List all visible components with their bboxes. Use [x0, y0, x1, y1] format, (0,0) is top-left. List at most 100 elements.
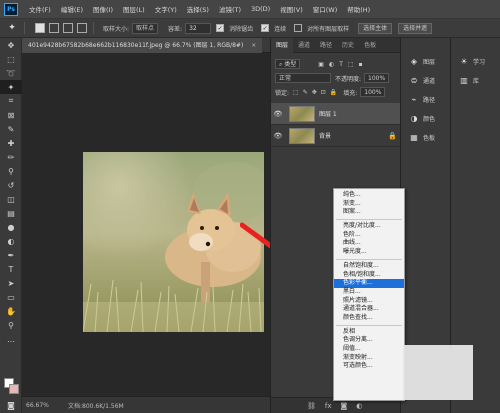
menu-separator — [336, 219, 402, 221]
menu-select[interactable]: 选择(S) — [182, 4, 214, 14]
link-icon[interactable]: ⛓ — [307, 402, 316, 410]
menu-item[interactable]: 色相/饱和度... — [334, 271, 404, 280]
pen-tool-icon[interactable]: ✒ — [0, 248, 22, 262]
fox-photo — [83, 152, 264, 332]
zoom-level[interactable]: 66.67% — [22, 402, 62, 409]
tab-layers[interactable]: 图层 — [271, 37, 294, 53]
tolerance-input[interactable]: 32 — [185, 22, 212, 34]
lasso-tool-icon[interactable]: ➰ — [0, 66, 22, 80]
menu-type[interactable]: 文字(Y) — [150, 4, 182, 14]
menu-3d[interactable]: 3D(D) — [246, 5, 275, 13]
tab-paths[interactable]: 路径 — [315, 38, 337, 53]
magic-wand-icon[interactable]: ✦ — [6, 22, 18, 34]
dock-item-color[interactable]: ◑ 颜色 — [401, 109, 450, 128]
hand-tool-icon[interactable]: ✋ — [0, 304, 22, 318]
add-selection-mode-button[interactable] — [49, 23, 59, 33]
quick-mask-icon[interactable]: ◙ — [0, 398, 22, 412]
gradient-tool-icon[interactable]: ▤ — [0, 206, 22, 220]
eye-icon[interactable]: 👁 — [271, 110, 285, 118]
intersect-selection-mode-button[interactable] — [77, 23, 87, 33]
menu-item[interactable]: 纯色... — [334, 191, 404, 200]
menu-item[interactable]: 色调分离... — [334, 336, 404, 345]
fx-icon[interactable]: fx — [325, 402, 332, 410]
menu-window[interactable]: 窗口(W) — [308, 4, 343, 14]
menu-view[interactable]: 视图(V) — [275, 4, 308, 14]
document-tab[interactable]: 401e9428b67582b68e662b116830e11f.jpeg @ … — [22, 37, 263, 53]
move-tool-icon[interactable]: ✥ — [0, 38, 22, 52]
rectangle-tool-icon[interactable]: ▭ — [0, 290, 22, 304]
channels-icon: ⊜ — [410, 76, 418, 85]
dock-item-libraries[interactable]: ▥ 库 — [451, 71, 500, 90]
dock-item-channels[interactable]: ⊜ 通道 — [401, 71, 450, 90]
dock-item-layers[interactable]: ◈ 图层 — [401, 52, 450, 71]
blend-mode-select[interactable]: 正常 — [275, 73, 331, 83]
dodge-tool-icon[interactable]: ◐ — [0, 234, 22, 248]
color-icon: ◑ — [410, 114, 418, 123]
menu-item[interactable]: 颜色查找... — [334, 314, 404, 323]
eyedropper-tool-icon[interactable]: ✎ — [0, 122, 22, 136]
menu-edit[interactable]: 编辑(E) — [56, 4, 88, 14]
adjustment-icon[interactable]: ◐ — [356, 402, 362, 410]
all-layers-checkbox[interactable] — [294, 24, 303, 32]
menu-item[interactable]: 黑白... — [334, 288, 404, 297]
select-and-mask-button[interactable]: 选择并遮 — [398, 22, 433, 34]
layer-filter-select[interactable]: ⌕ 类型 — [275, 59, 301, 69]
background-color-swatch[interactable] — [9, 384, 19, 394]
tab-history[interactable]: 历史 — [337, 38, 359, 53]
filter-icons[interactable]: ▣◐T⬚▪ — [318, 61, 367, 68]
dock-item-paths[interactable]: ⌁ 路径 — [401, 90, 450, 109]
menu-item[interactable]: 照片滤镜... — [334, 297, 404, 306]
eye-icon[interactable]: 👁 — [271, 132, 285, 140]
dock-item-label: 路径 — [423, 97, 436, 104]
close-icon[interactable]: × — [251, 42, 256, 49]
frame-tool-icon[interactable]: ⊠ — [0, 108, 22, 122]
blur-tool-icon[interactable]: ● — [0, 220, 22, 234]
menu-file[interactable]: 文件(F) — [24, 4, 56, 14]
menu-filter[interactable]: 滤镜(T) — [214, 4, 246, 14]
eraser-tool-icon[interactable]: ◫ — [0, 192, 22, 206]
menu-item[interactable]: 阈值... — [334, 345, 404, 354]
magic-wand-tool-icon[interactable]: ✦ — [0, 80, 22, 94]
new-selection-mode-button[interactable] — [35, 23, 45, 33]
lock-icons[interactable]: ⬚✎✥⊡🔒 — [293, 89, 341, 96]
menu-item[interactable]: 自然饱和度... — [334, 262, 404, 271]
brush-tool-icon[interactable]: ✏ — [0, 150, 22, 164]
zoom-tool-icon[interactable]: ⚲ — [0, 318, 22, 332]
crop-tool-icon[interactable]: ⌗ — [0, 94, 22, 108]
more-tools-icon[interactable]: … — [0, 332, 22, 346]
opacity-input[interactable]: 100% — [364, 73, 390, 83]
contiguous-checkbox[interactable]: ✓ — [261, 24, 270, 32]
clone-stamp-tool-icon[interactable]: ⚲ — [0, 164, 22, 178]
layer-row[interactable]: 👁 图层 1 — [271, 103, 400, 125]
menu-layer[interactable]: 图层(L) — [118, 4, 150, 14]
menu-item[interactable]: 曝光度... — [334, 248, 404, 257]
lightbulb-icon: ☀ — [460, 57, 468, 66]
select-subject-button[interactable]: 选择主体 — [358, 22, 393, 34]
sample-size-select[interactable]: 取样点 — [132, 22, 159, 34]
fill-input[interactable]: 100% — [360, 87, 386, 97]
dock-item-label: 颜色 — [423, 116, 436, 123]
menu-item[interactable]: 曲线... — [334, 239, 404, 248]
healing-brush-tool-icon[interactable]: ✚ — [0, 136, 22, 150]
history-brush-tool-icon[interactable]: ↺ — [0, 178, 22, 192]
menu-item[interactable]: 亮度/对比度... — [334, 222, 404, 231]
subtract-selection-mode-button[interactable] — [63, 23, 73, 33]
menu-item[interactable]: 图案... — [334, 208, 404, 217]
menu-item[interactable]: 可选颜色... — [334, 362, 404, 371]
dock-item-swatches[interactable]: ▦ 色板 — [401, 128, 450, 147]
tab-swatches[interactable]: 色板 — [359, 38, 381, 53]
menu-item[interactable]: 反相 — [334, 328, 404, 337]
mask-icon[interactable]: ◙ — [341, 402, 348, 410]
path-selection-tool-icon[interactable]: ➤ — [0, 276, 22, 290]
type-tool-icon[interactable]: T — [0, 262, 22, 276]
tab-channels[interactable]: 通道 — [293, 38, 315, 53]
antialias-checkbox[interactable]: ✓ — [216, 24, 225, 32]
paths-icon: ⌁ — [411, 95, 417, 104]
menu-image[interactable]: 图像(I) — [88, 4, 118, 14]
menu-item-color-balance[interactable]: 色彩平衡... — [334, 279, 404, 288]
menu-help[interactable]: 帮助(H) — [342, 4, 375, 14]
marquee-tool-icon[interactable]: ⬚ — [0, 52, 22, 66]
menu-item[interactable]: 通道混合器... — [334, 305, 404, 314]
layer-row[interactable]: 👁 背景 🔒 — [271, 125, 400, 147]
dock-item-learn[interactable]: ☀ 学习 — [451, 52, 500, 71]
